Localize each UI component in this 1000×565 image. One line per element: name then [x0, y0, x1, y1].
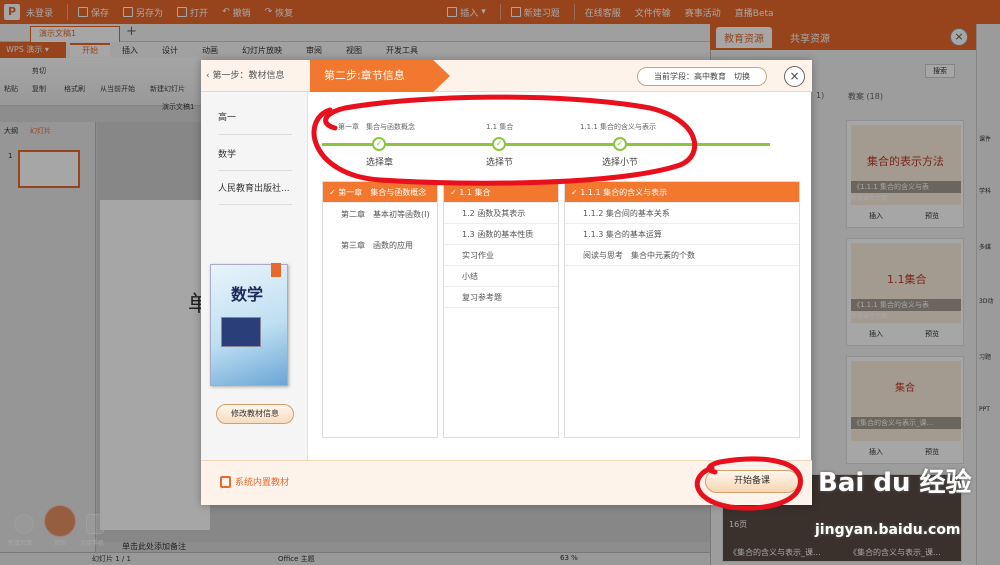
- start-prep-button[interactable]: 开始备课: [705, 470, 799, 493]
- divider: [218, 170, 292, 171]
- cover-illustration: [221, 317, 261, 347]
- step-chapter-value: 第一章 集合与函数概念: [338, 123, 415, 131]
- step-progress-line: [322, 143, 770, 146]
- subject-label: 数学: [218, 150, 237, 160]
- check-icon: ✓: [492, 137, 506, 151]
- switch-link[interactable]: 切换: [734, 72, 750, 81]
- section-item[interactable]: 实习作业: [444, 245, 558, 266]
- divider: [218, 204, 292, 205]
- textbook-cover: 数学: [210, 263, 288, 386]
- subsection-item[interactable]: 1.1.1 集合的含义与表示: [565, 182, 799, 203]
- section-item[interactable]: 1.1 集合: [444, 182, 558, 203]
- builtin-textbook-link[interactable]: 系统内置教材: [220, 475, 289, 488]
- subsection-list: 1.1.1 集合的含义与表示 1.1.2 集合间的基本关系 1.1.3 集合的基…: [564, 181, 800, 438]
- check-icon: ✓: [372, 137, 386, 151]
- close-icon[interactable]: ×: [784, 66, 805, 87]
- section-item[interactable]: 复习参考题: [444, 287, 558, 308]
- bookmark-icon: [271, 263, 281, 277]
- baidu-watermark: Bai du 经验: [818, 468, 972, 498]
- check-icon: ✓: [613, 137, 627, 151]
- chapter-item[interactable]: 第三章 函数的应用: [323, 235, 437, 256]
- step-subsection-label: 选择小节: [602, 158, 639, 168]
- step-chapter-label: 选择章: [366, 158, 394, 168]
- chapter-list: 第一章 集合与函数概念 第二章 基本初等函数(Ⅰ) 第三章 函数的应用: [322, 181, 438, 438]
- section-item[interactable]: 小结: [444, 266, 558, 287]
- subsection-item[interactable]: 1.1.3 集合的基本运算: [565, 224, 799, 245]
- section-item[interactable]: 1.3 函数的基本性质: [444, 224, 558, 245]
- chapter-item[interactable]: 第二章 基本初等函数(Ⅰ): [323, 204, 437, 225]
- modify-textbook-button[interactable]: 修改教材信息: [216, 404, 294, 424]
- divider: [218, 134, 292, 135]
- subsection-item[interactable]: 阅读与思考 集合中元素的个数: [565, 245, 799, 266]
- section-item[interactable]: 1.2 函数及其表示: [444, 203, 558, 224]
- publisher-label: 人民教育出版社...: [218, 184, 290, 194]
- stage-selector[interactable]: 当前学段：高中教育 切换: [637, 67, 767, 86]
- step2-current: 第二步:章节信息: [310, 60, 450, 92]
- step-section-value: 1.1 集合: [486, 123, 514, 131]
- step1-back-link[interactable]: ‹ 第一步：教材信息: [206, 68, 284, 81]
- subsection-item[interactable]: 1.1.2 集合间的基本关系: [565, 203, 799, 224]
- step-section-label: 选择节: [486, 158, 514, 168]
- book-icon: [220, 475, 231, 488]
- book-title: 数学: [231, 285, 264, 304]
- step-subsection-value: 1.1.1 集合的含义与表示: [580, 123, 657, 131]
- section-list: 1.1 集合 1.2 函数及其表示 1.3 函数的基本性质 实习作业 小结 复习…: [443, 181, 559, 438]
- grade-label: 高一: [218, 113, 237, 123]
- watermark-url: jingyan.baidu.com: [815, 522, 961, 538]
- chapter-item[interactable]: 第一章 集合与函数概念: [323, 182, 437, 203]
